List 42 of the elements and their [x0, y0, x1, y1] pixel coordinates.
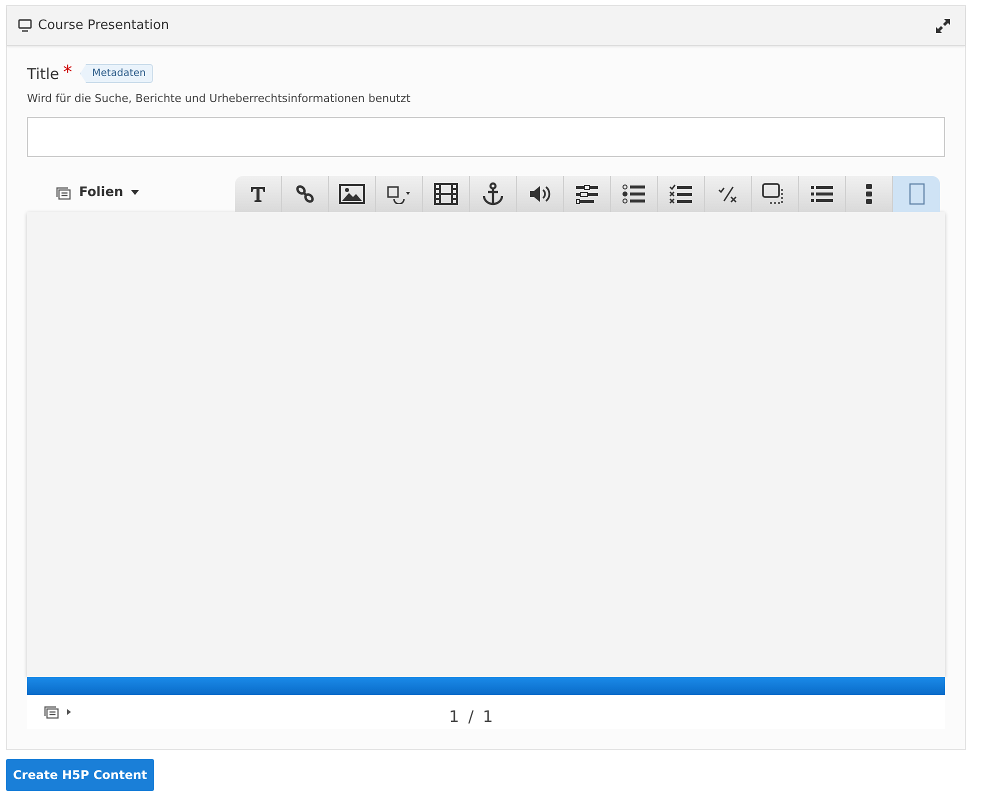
- toolbar-button[interactable]: [470, 176, 517, 212]
- toolbar-button[interactable]: [517, 176, 564, 212]
- submit-button[interactable]: Create H5P Content: [6, 759, 154, 791]
- true-false-icon: [718, 185, 738, 203]
- toolbar-button[interactable]: [376, 176, 423, 212]
- slides-menu[interactable]: Folien: [55, 185, 235, 200]
- fullscreen-icon[interactable]: [935, 18, 951, 34]
- monitor-icon: [18, 19, 32, 32]
- speaker-icon: [528, 184, 552, 204]
- checklist-icon: [669, 184, 693, 204]
- more-icon: [866, 184, 872, 204]
- required-mark: *: [63, 64, 72, 82]
- toolbar-button[interactable]: [282, 176, 329, 212]
- caret-icon[interactable]: [67, 709, 71, 715]
- title-input[interactable]: [27, 117, 945, 157]
- link-icon: [294, 183, 316, 205]
- slides-icon: [43, 705, 59, 719]
- slide-icon: [908, 183, 924, 205]
- list-icon: [811, 185, 833, 203]
- slides-icon: [55, 186, 71, 200]
- toolbar-button[interactable]: [799, 176, 846, 212]
- field-label: Title: [27, 64, 60, 82]
- metadata-button[interactable]: Metadaten: [80, 64, 153, 83]
- toolbar-button[interactable]: [564, 176, 611, 212]
- toolbar-button[interactable]: [423, 176, 470, 212]
- image-icon: [339, 184, 365, 204]
- toolbar-button[interactable]: [846, 176, 893, 212]
- single-choice-icon: [622, 184, 646, 204]
- field-description: Wird für die Suche, Berichte und Urheberrechtsinformationen benutzt: [27, 92, 412, 105]
- anchor-icon: [482, 182, 504, 206]
- toolbar-button[interactable]: [235, 176, 282, 212]
- shapes-icon: [386, 184, 412, 204]
- slide-counter: 1 / 1: [449, 706, 495, 726]
- toolbar-button[interactable]: [752, 176, 799, 212]
- toolbar-button[interactable]: [658, 176, 705, 212]
- toolbar-button[interactable]: [611, 176, 658, 212]
- film-icon: [434, 183, 458, 205]
- toolbar-button[interactable]: [329, 176, 376, 212]
- toolbar-button[interactable]: [705, 176, 752, 212]
- panel-title: Course Presentation: [38, 18, 170, 33]
- caret-icon: [131, 190, 140, 195]
- text-icon: [249, 185, 267, 203]
